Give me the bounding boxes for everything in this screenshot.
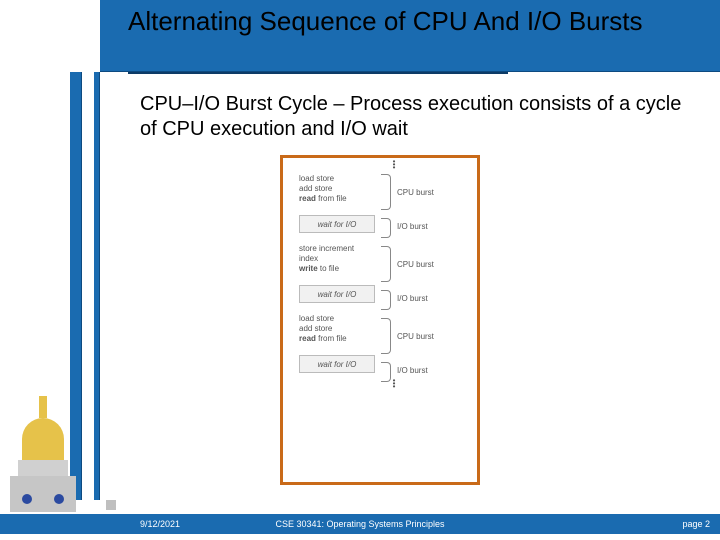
brace-label: I/O burst: [397, 294, 428, 303]
slide-title: Alternating Sequence of CPU And I/O Burs…: [128, 6, 643, 37]
footer-bar: 9/12/2021 CSE 30341: Operating Systems P…: [0, 514, 720, 534]
footer-date: 9/12/2021: [140, 519, 180, 529]
left-rail-thin: [94, 72, 100, 500]
brace-label: I/O burst: [397, 366, 428, 375]
brace-icon: [381, 290, 391, 310]
brace-icon: [381, 174, 391, 210]
bullet-body: CPU–I/O Burst Cycle – Process execution …: [140, 93, 681, 140]
brace-icon: [381, 246, 391, 282]
brace-label: I/O burst: [397, 222, 428, 231]
op-line: load store: [299, 314, 375, 324]
brace-icon: [381, 318, 391, 354]
io-wait-2: wait for I/O: [299, 285, 375, 303]
burst-diagram: ••• load store add store read from file …: [280, 155, 480, 485]
op-line: load store: [299, 174, 375, 184]
op-line: add store: [299, 324, 375, 334]
op-line: read from file: [299, 194, 375, 204]
title-underline: [128, 72, 508, 74]
cpu-block-2: store increment index write to file: [299, 241, 375, 277]
dome-logo: [4, 392, 82, 512]
brace-label: CPU burst: [397, 188, 434, 197]
ellipsis-top: •••: [283, 158, 477, 171]
brace-label: CPU burst: [397, 332, 434, 341]
io-wait-3: wait for I/O: [299, 355, 375, 373]
footer-page: page 2: [682, 519, 710, 529]
brace-label: CPU burst: [397, 260, 434, 269]
op-line: read from file: [299, 334, 375, 344]
cpu-block-3: load store add store read from file: [299, 311, 375, 347]
brace-icon: [381, 218, 391, 238]
ellipsis-bottom: •••: [283, 373, 477, 390]
decorative-square: [106, 500, 116, 510]
op-line: index: [299, 254, 375, 264]
body-text: CPU–I/O Burst Cycle – Process execution …: [140, 92, 700, 142]
footer-course: CSE 30341: Operating Systems Principles: [275, 519, 444, 529]
cpu-block-1: load store add store read from file: [299, 171, 375, 207]
op-line: write to file: [299, 264, 375, 274]
op-line: add store: [299, 184, 375, 194]
op-line: store increment: [299, 244, 375, 254]
io-wait-1: wait for I/O: [299, 215, 375, 233]
brace-icon: [381, 362, 391, 382]
